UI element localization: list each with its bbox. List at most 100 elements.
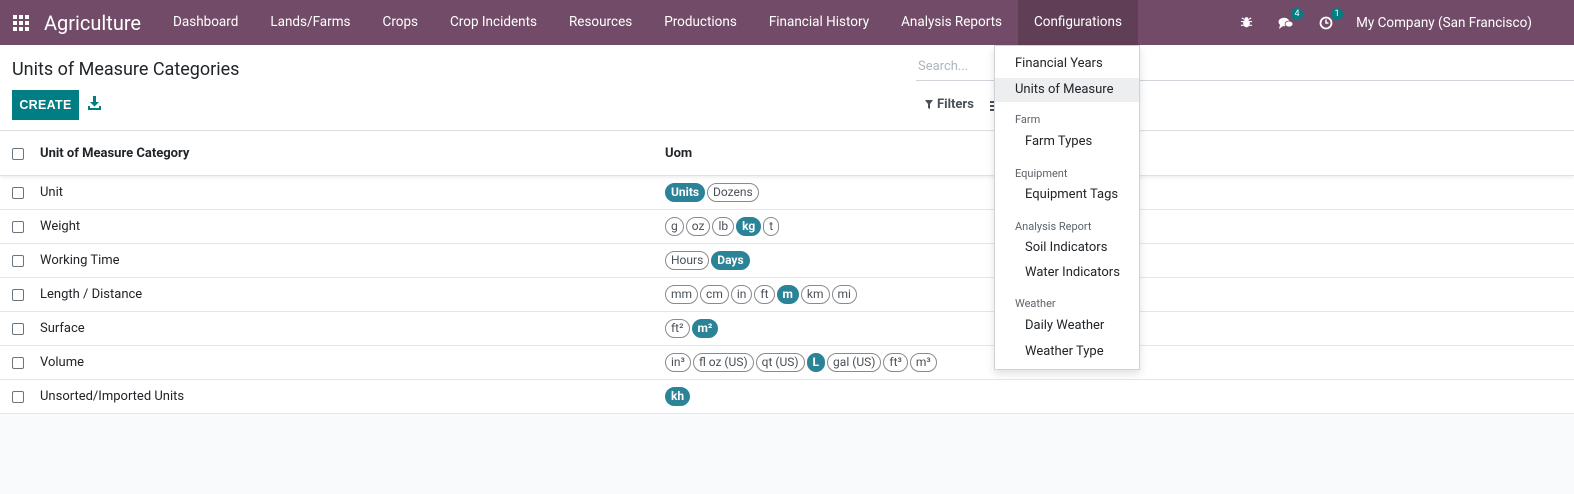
filters-button[interactable]: Filters [925, 97, 974, 112]
uom-tag: Dozens [707, 183, 759, 202]
row-checkbox[interactable] [12, 220, 24, 233]
uom-tag: oz [685, 217, 711, 236]
menu-resources[interactable]: Resources [553, 0, 648, 45]
dropdown-item-weather-type[interactable]: Weather Type [995, 340, 1139, 364]
category-name: Surface [40, 321, 85, 336]
row-checkbox[interactable] [12, 254, 24, 267]
company-switcher[interactable]: My Company (San Francisco) [1356, 15, 1532, 31]
dropdown-section-header: Equipment [1015, 167, 1068, 180]
download-icon[interactable] [88, 96, 102, 112]
category-name: Length / Distance [40, 287, 143, 302]
reference-uom-tag: Days [711, 251, 750, 270]
systray: 4 1 My Company (San Francisco) [1236, 0, 1574, 45]
uom-tag: mi [831, 285, 857, 304]
bug-icon[interactable] [1236, 13, 1256, 33]
page-title: Units of Measure Categories [12, 59, 240, 80]
row-checkbox[interactable] [12, 356, 24, 369]
configurations-dropdown: Financial Years Units of Measure Farm Farm … [994, 45, 1140, 370]
reference-uom-tag: m² [691, 319, 719, 338]
reference-uom-tag: kg [736, 217, 762, 236]
messages-badge: 4 [1291, 7, 1304, 20]
uom-tag: ft³ [883, 353, 908, 372]
table-row[interactable]: Unit Units Dozens [0, 176, 1574, 210]
control-panel: Units of Measure Categories CREATE Searc… [0, 45, 1574, 131]
top-navbar: Agriculture Dashboard Lands/Farms Crops … [0, 0, 1574, 45]
dropdown-item-financial-years[interactable]: Financial Years [995, 52, 1139, 76]
uom-tags: g oz lb kg t [665, 217, 780, 236]
menu-productions[interactable]: Productions [648, 0, 753, 45]
table-row[interactable]: Weight g oz lb kg t [0, 210, 1574, 244]
reference-uom-tag: Units [665, 183, 706, 202]
uom-tag: in³ [665, 353, 691, 372]
row-checkbox[interactable] [12, 186, 24, 199]
list-header: Unit of Measure Category Uom [0, 132, 1574, 176]
list-view: Unit of Measure Category Uom Unit Units Do… [0, 132, 1574, 492]
filter-icon [925, 100, 933, 109]
menu-analysis-reports[interactable]: Analysis Reports [885, 0, 1018, 45]
search-placeholder: Search... [918, 59, 969, 74]
column-header-uom[interactable]: Uom [665, 146, 692, 161]
uom-tags: Hours Days [665, 251, 750, 270]
table-row[interactable]: Unsorted/Imported Units kh [0, 380, 1574, 414]
table-row[interactable]: Working Time Hours Days [0, 244, 1574, 278]
uom-tag: cm [700, 285, 729, 304]
uom-tags: in³ fl oz (US) qt (US) Lgal (US) ft³ m³ [665, 353, 937, 372]
select-all-checkbox[interactable] [12, 147, 24, 160]
uom-tags: Units Dozens [665, 183, 759, 202]
row-checkbox[interactable] [12, 288, 24, 301]
uom-tag: ft [754, 285, 775, 304]
dropdown-section-header: Analysis Report [1015, 220, 1092, 233]
dropdown-section-header: Weather [1015, 297, 1056, 310]
dropdown-item-soil-indicators[interactable]: Soil Indicators [995, 236, 1139, 260]
reference-uom-tag: m [776, 285, 799, 304]
uom-tag: mm [665, 285, 699, 304]
reference-uom-tag: kh [665, 387, 691, 406]
list-body: Unit Units Dozens Weight g oz lb kg t Working Tim… [0, 176, 1574, 414]
dropdown-section-header: Farm [1015, 113, 1041, 126]
menu-crops[interactable]: Crops [367, 0, 434, 45]
category-name: Weight [40, 219, 81, 234]
uom-tag: in [730, 285, 753, 304]
activities-badge: 1 [1331, 7, 1344, 20]
table-row[interactable]: Surface ft² m² [0, 312, 1574, 346]
clock-icon[interactable]: 1 [1316, 7, 1344, 33]
uom-tag: Hours [665, 251, 710, 270]
uom-tag: t [763, 217, 780, 236]
dropdown-item-equipment-tags[interactable]: Equipment Tags [995, 183, 1139, 207]
table-row[interactable]: Volume in³ fl oz (US) qt (US) Lgal (US) ft³ m³ [0, 346, 1574, 380]
list-empty-area [0, 414, 1574, 492]
uom-tag: g [665, 217, 684, 236]
filters-label: Filters [937, 97, 974, 112]
menu-dashboard[interactable]: Dashboard [157, 0, 254, 45]
dropdown-item-farm-types[interactable]: Farm Types [995, 130, 1139, 154]
category-name: Unsorted/Imported Units [40, 389, 185, 404]
dropdown-item-daily-weather[interactable]: Daily Weather [995, 314, 1139, 338]
create-button[interactable]: CREATE [12, 90, 79, 120]
chat-icon[interactable]: 4 [1276, 7, 1304, 33]
category-name: Working Time [40, 253, 120, 268]
uom-tag: lb [712, 217, 735, 236]
uom-tags: kh [665, 387, 691, 406]
uom-tags: mm cm in ft m km mi [665, 285, 857, 304]
uom-tag: gal (US) [827, 353, 882, 372]
uom-tag: ft² [665, 319, 690, 338]
app-brand[interactable]: Agriculture [44, 11, 141, 35]
category-name: Unit [40, 185, 64, 200]
column-header-category[interactable]: Unit of Measure Category [40, 146, 189, 161]
row-checkbox[interactable] [12, 390, 24, 403]
menu-financial-history[interactable]: Financial History [753, 0, 885, 45]
uom-tag: m³ [909, 353, 937, 372]
uom-tag: qt (US) [755, 353, 805, 372]
reference-uom-tag: L [806, 353, 826, 372]
row-checkbox[interactable] [12, 322, 24, 335]
dropdown-item-water-indicators[interactable]: Water Indicators [995, 261, 1139, 285]
table-row[interactable]: Length / Distance mm cm in ft m km mi [0, 278, 1574, 312]
uom-tags: ft² m² [665, 319, 719, 338]
menu-crop-incidents[interactable]: Crop Incidents [434, 0, 553, 45]
menu-configurations[interactable]: Configurations [1017, 0, 1138, 45]
category-name: Volume [40, 355, 85, 370]
menu-lands-farms[interactable]: Lands/Farms [254, 0, 366, 45]
uom-tag: fl oz (US) [692, 353, 754, 372]
apps-grid-icon[interactable] [12, 14, 30, 32]
dropdown-item-units-of-measure[interactable]: Units of Measure [995, 78, 1139, 102]
